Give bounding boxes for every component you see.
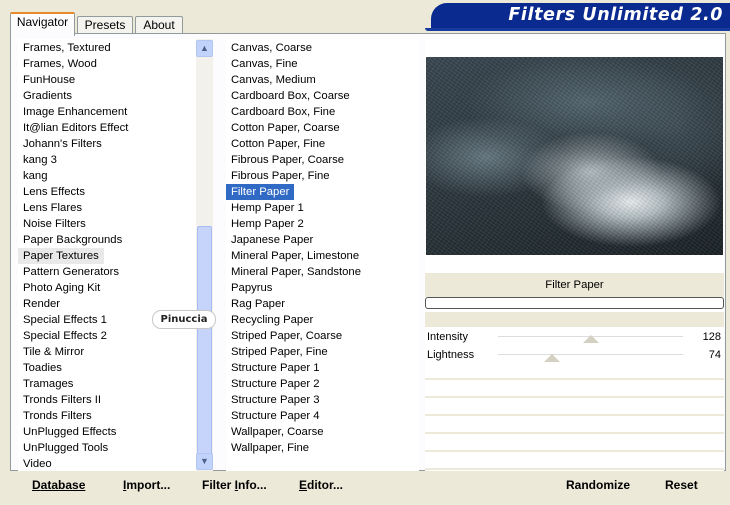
scroll-up-button[interactable]: ▲ (196, 40, 213, 57)
param-lightness[interactable]: Lightness 74 (425, 346, 724, 364)
editor-button[interactable]: Editor... (299, 478, 343, 492)
filter-item[interactable]: Hemp Paper 1 (226, 200, 309, 216)
scroll-thumb[interactable] (197, 226, 212, 461)
progress-bar (425, 297, 724, 309)
param-value: 128 (702, 331, 721, 343)
category-item[interactable]: Tile & Mirror (18, 344, 89, 360)
empty-param-row (425, 364, 724, 380)
filter-item[interactable]: Cardboard Box, Fine (226, 104, 340, 120)
category-item[interactable]: Lens Flares (18, 200, 87, 216)
filter-item[interactable]: Canvas, Coarse (226, 40, 317, 56)
category-item[interactable]: Frames, Wood (18, 56, 102, 72)
category-item[interactable]: It@lian Editors Effect (18, 120, 133, 136)
filter-item[interactable]: Striped Paper, Coarse (226, 328, 347, 344)
empty-param-row (425, 418, 724, 434)
empty-param-row (425, 454, 724, 470)
filter-item[interactable]: Filter Paper (226, 184, 295, 200)
category-item[interactable]: Gradients (18, 88, 77, 104)
filter-info-button[interactable]: Filter Info... (202, 478, 267, 492)
filter-item[interactable]: Japanese Paper (226, 232, 318, 248)
category-item[interactable]: kang 3 (18, 152, 62, 168)
filter-item[interactable]: Wallpaper, Fine (226, 440, 314, 456)
category-item[interactable]: Toadies (18, 360, 67, 376)
filter-item[interactable]: Fibrous Paper, Fine (226, 168, 335, 184)
filter-item[interactable]: Structure Paper 2 (226, 376, 325, 392)
watermark-badge: Pinuccia (152, 310, 216, 329)
category-item[interactable]: Photo Aging Kit (18, 280, 105, 296)
filter-item[interactable]: Cotton Paper, Coarse (226, 120, 345, 136)
category-item[interactable]: Tramages (18, 376, 78, 392)
param-label: Intensity (427, 331, 468, 343)
category-item[interactable]: Paper Textures (18, 248, 104, 264)
lightness-slider-track[interactable] (498, 354, 683, 355)
filter-item[interactable]: Papyrus (226, 280, 277, 296)
category-item[interactable]: Paper Backgrounds (18, 232, 127, 248)
filter-item[interactable]: Cotton Paper, Fine (226, 136, 330, 152)
category-item[interactable]: Tronds Filters (18, 408, 97, 424)
database-button[interactable]: Database (32, 478, 85, 492)
filter-item[interactable]: Mineral Paper, Limestone (226, 248, 364, 264)
category-item[interactable]: Special Effects 1 (18, 312, 112, 328)
filter-item[interactable]: Hemp Paper 2 (226, 216, 309, 232)
randomize-button[interactable]: Randomize (566, 478, 630, 492)
reset-button[interactable]: Reset (665, 478, 698, 492)
filter-item[interactable]: Fibrous Paper, Coarse (226, 152, 349, 168)
param-intensity[interactable]: Intensity 128 (425, 328, 724, 346)
filter-item[interactable]: Cardboard Box, Coarse (226, 88, 355, 104)
category-item[interactable]: Image Enhancement (18, 104, 132, 120)
empty-param-row (425, 400, 724, 416)
filter-item[interactable]: Rag Paper (226, 296, 290, 312)
title-banner: Filters Unlimited 2.0 (425, 3, 730, 31)
empty-param-row (425, 436, 724, 452)
filter-item[interactable]: Wallpaper, Coarse (226, 424, 329, 440)
empty-param-row (425, 382, 724, 398)
filter-item[interactable]: Canvas, Fine (226, 56, 303, 72)
category-list[interactable]: Frames, Textured Frames, Wood FunHouse Grad… (18, 39, 196, 471)
filter-item[interactable]: Recycling Paper (226, 312, 318, 328)
param-separator (425, 312, 724, 327)
category-item[interactable]: Video (18, 456, 57, 472)
param-label: Lightness (427, 349, 475, 361)
category-item[interactable]: Pattern Generators (18, 264, 124, 280)
filter-list[interactable]: Canvas, Coarse Canvas, Fine Canvas, Medium… (226, 39, 419, 471)
category-item[interactable]: Special Effects 2 (18, 328, 112, 344)
filter-item[interactable]: Structure Paper 4 (226, 408, 325, 424)
filter-item[interactable]: Structure Paper 1 (226, 360, 325, 376)
import-button[interactable]: Import... (123, 478, 170, 492)
param-value: 74 (708, 349, 721, 361)
category-item[interactable]: FunHouse (18, 72, 80, 88)
app-title: Filters Unlimited 2.0 (508, 5, 723, 25)
category-item[interactable]: UnPlugged Effects (18, 424, 121, 440)
filter-item[interactable]: Striped Paper, Fine (226, 344, 333, 360)
category-item[interactable]: Lens Effects (18, 184, 90, 200)
filter-item[interactable]: Canvas, Medium (226, 72, 321, 88)
lightness-slider-thumb[interactable] (543, 354, 560, 362)
category-item[interactable]: Noise Filters (18, 216, 91, 232)
category-item[interactable]: kang (18, 168, 53, 184)
category-item[interactable]: Frames, Textured (18, 40, 116, 56)
filter-item[interactable]: Mineral Paper, Sandstone (226, 264, 366, 280)
category-item[interactable]: Tronds Filters II (18, 392, 106, 408)
category-item[interactable]: Render (18, 296, 65, 312)
scroll-down-button[interactable]: ▼ (196, 453, 213, 470)
category-item[interactable]: UnPlugged Tools (18, 440, 113, 456)
category-item[interactable]: Johann's Filters (18, 136, 107, 152)
filter-item[interactable]: Structure Paper 3 (226, 392, 325, 408)
tab-navigator[interactable]: Navigator (10, 12, 75, 36)
preview-image (426, 57, 723, 255)
category-scrollbar[interactable]: ▲ ▼ (196, 39, 213, 471)
current-filter-name: Filter Paper (425, 273, 724, 297)
intensity-slider-thumb[interactable] (582, 335, 599, 343)
